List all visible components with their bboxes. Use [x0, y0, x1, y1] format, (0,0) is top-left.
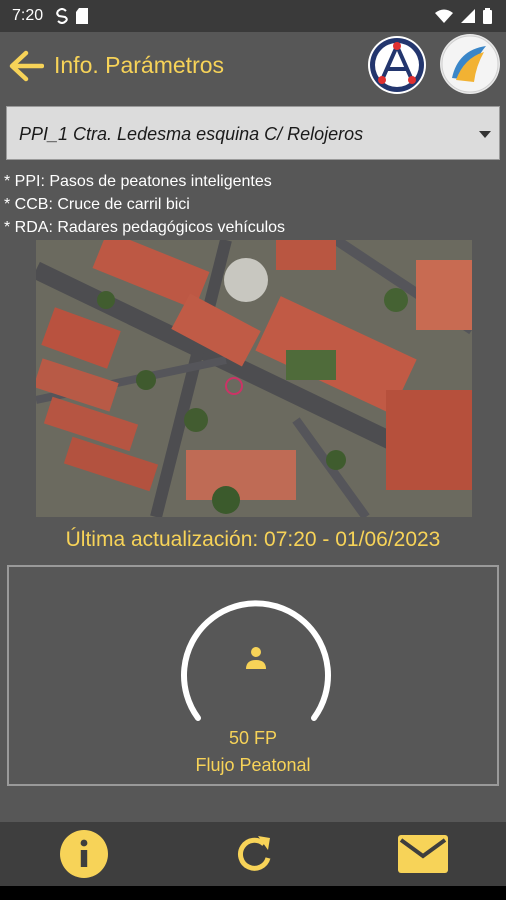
sd-card-icon — [76, 8, 88, 24]
legend-item-rda: * RDA: Radares pedagógicos vehículos — [4, 219, 286, 236]
mail-button[interactable] — [397, 830, 449, 878]
city-logo-icon[interactable] — [368, 36, 426, 94]
gauge-panel: 50 FP Flujo Peatonal — [7, 565, 499, 786]
legend-item-ppi: * PPI: Pasos de peatones inteligentes — [4, 173, 272, 190]
legend: * PPI: Pasos de peatones inteligentes * … — [4, 170, 285, 239]
refresh-button[interactable] — [232, 830, 276, 878]
bottom-toolbar — [0, 822, 506, 886]
wifi-icon — [435, 9, 453, 23]
location-select[interactable]: PPI_1 Ctra. Ledesma esquina C/ Relojeros — [6, 106, 500, 160]
system-navigation-bar — [0, 886, 506, 900]
back-arrow-icon[interactable] — [8, 50, 44, 82]
last-update-text: Última actualización: 07:20 - 01/06/2023 — [65, 528, 441, 551]
app-logo-icon[interactable] — [440, 34, 500, 94]
signal-icon — [461, 9, 475, 23]
sync-icon — [56, 8, 68, 24]
info-icon — [60, 830, 108, 878]
status-time: 7:20 — [12, 7, 44, 24]
location-select-value: PPI_1 Ctra. Ledesma esquina C/ Relojeros — [19, 124, 364, 144]
satellite-map[interactable] — [36, 240, 472, 517]
gauge-value: 50 FP — [228, 728, 278, 748]
legend-item-ccb: * CCB: Cruce de carril bici — [4, 196, 190, 213]
gauge-label: Flujo Peatonal — [195, 755, 311, 775]
page-title: Info. Parámetros — [54, 52, 225, 78]
mail-icon — [398, 835, 448, 873]
gauge — [181, 600, 331, 721]
battery-icon — [483, 8, 492, 24]
chevron-down-icon[interactable] — [479, 131, 491, 138]
status-bar: 7:20 — [0, 0, 506, 32]
refresh-icon — [238, 836, 271, 871]
info-button[interactable] — [59, 830, 109, 878]
app-bar: Info. Parámetros — [0, 32, 506, 100]
person-icon — [246, 647, 266, 669]
